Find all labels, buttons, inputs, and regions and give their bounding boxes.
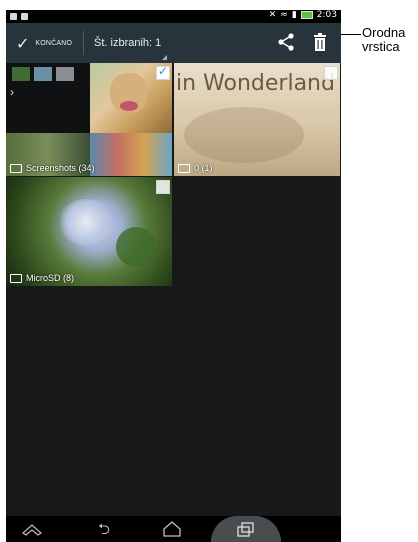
album-select-checkbox[interactable] — [156, 180, 170, 194]
album-label-folder-0: 0 (1) — [178, 163, 213, 173]
folder-icon — [10, 273, 22, 283]
signal-icon: ▮ — [291, 10, 297, 20]
album-title: Screenshots (34) — [26, 163, 95, 173]
notification-icons — [10, 11, 28, 20]
status-bar: ✕ ≈ ▮ 2:03 — [6, 10, 341, 23]
hydrangea-flower — [58, 199, 114, 245]
album-title: MicroSD (8) — [26, 273, 75, 283]
album-label-screenshots: Screenshots (34) — [10, 163, 95, 173]
album-select-checkbox[interactable] — [324, 66, 338, 80]
album-microsd[interactable]: MicroSD (8) — [6, 177, 172, 286]
dropdown-corner-icon — [162, 55, 167, 60]
album-label-microsd: MicroSD (8) — [10, 273, 74, 283]
trash-icon[interactable] — [311, 33, 329, 53]
device-screen: ✕ ≈ ▮ 2:03 ✓ KONČANO Št. izbranih: 1 › ✓… — [6, 10, 341, 542]
wifi-icon: ≈ — [280, 10, 288, 20]
callout-label: Orodna vrstica — [362, 26, 405, 54]
back-icon[interactable]: ⮌ — [92, 519, 116, 539]
callout-line1: Orodna — [362, 25, 406, 40]
share-icon[interactable] — [276, 32, 296, 52]
callout-line — [341, 34, 361, 35]
home-icon[interactable] — [162, 520, 182, 538]
album-folder-0[interactable]: in Wonderland 0 (1) — [174, 63, 340, 176]
album-select-checkbox-checked[interactable]: ✓ — [156, 64, 170, 80]
battery-icon — [300, 11, 313, 19]
mute-icon: ✕ — [268, 10, 277, 20]
notification-icon — [10, 13, 17, 20]
collapse-icon[interactable] — [20, 521, 44, 537]
callout-line2: vrstica — [362, 39, 400, 54]
thumb-phone-screenshot: › — [6, 63, 90, 133]
status-time: 2:03 — [316, 10, 337, 20]
recents-icon[interactable] — [236, 522, 256, 538]
selection-count-dropdown[interactable]: Št. izbranih: 1 — [94, 23, 161, 63]
illustration-shape — [184, 107, 304, 163]
leaf-shape — [116, 227, 156, 267]
done-button[interactable]: ✓ KONČANO — [16, 23, 72, 63]
album-screenshots[interactable]: › ✓ Screenshots (34) — [6, 63, 172, 176]
navigation-bar: ⮌ — [6, 516, 341, 542]
thumb-collage — [90, 133, 172, 176]
wonderland-art-text: in Wonderland — [176, 71, 335, 96]
done-label: KONČANO — [35, 39, 73, 47]
album-title: 0 (1) — [194, 163, 213, 173]
folder-icon — [10, 163, 22, 173]
gallery-notification-icon — [21, 13, 28, 20]
divider — [83, 31, 84, 55]
checkmark-icon: ✓ — [16, 33, 30, 53]
folder-icon — [178, 163, 190, 173]
system-icons: ✕ ≈ ▮ 2:03 — [269, 10, 337, 20]
action-bar: ✓ KONČANO Št. izbranih: 1 — [6, 23, 341, 63]
